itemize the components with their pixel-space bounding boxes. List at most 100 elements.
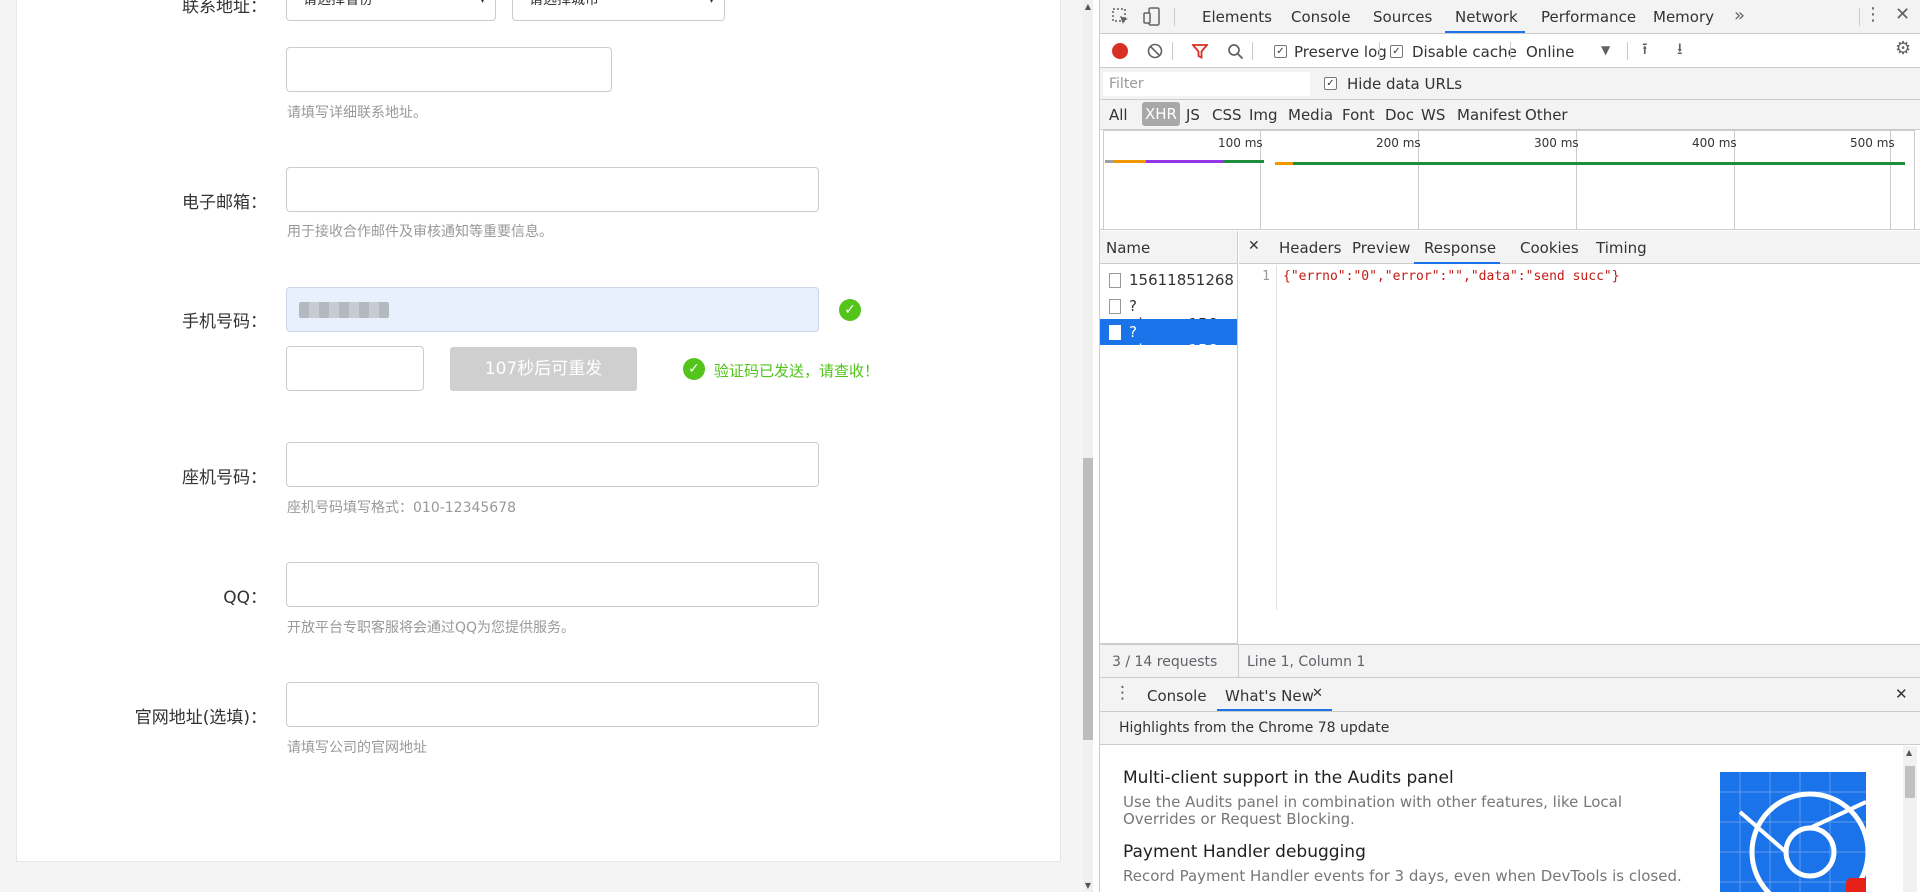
request-row[interactable]: ?phone=156...	[1100, 293, 1237, 333]
toolbar-separator	[1238, 645, 1239, 679]
hide-data-urls-label: Hide data URLs	[1347, 75, 1463, 93]
drawer-scrollbar-thumb[interactable]	[1905, 766, 1915, 798]
record-icon[interactable]	[1112, 43, 1128, 59]
timeline-tick: 300 ms	[1534, 136, 1579, 150]
drawer-menu-icon[interactable]: ⋮	[1114, 685, 1131, 702]
province-select[interactable]: 请选择省份 ▾	[286, 0, 496, 21]
toolbar-separator	[1859, 8, 1860, 26]
disable-cache-checkbox[interactable]: ✓	[1390, 45, 1403, 58]
chevron-down-icon: ▾	[479, 0, 485, 6]
whats-new-video-thumbnail[interactable]	[1720, 772, 1866, 892]
import-har-icon[interactable]: ⭱	[1642, 41, 1648, 57]
tab-cookies[interactable]: Cookies	[1520, 239, 1579, 257]
name-column-header[interactable]: Name	[1100, 231, 1237, 264]
tab-timing[interactable]: Timing	[1596, 239, 1647, 257]
tab-sources[interactable]: Sources	[1373, 8, 1432, 26]
address-label: 联系地址：	[182, 0, 267, 17]
close-detail-icon[interactable]: ✕	[1248, 239, 1260, 253]
filter-input[interactable]: Filter	[1103, 72, 1310, 96]
page-scrollbar[interactable]: ▲ ▼	[1083, 0, 1093, 892]
hide-data-urls-checkbox[interactable]: ✓	[1324, 77, 1337, 90]
kebab-menu-icon[interactable]: ⋮	[1864, 6, 1882, 24]
more-tabs-chevron-icon[interactable]: »	[1734, 7, 1745, 25]
phone-input[interactable]	[286, 287, 819, 332]
network-overview-timeline[interactable]: 100 ms 200 ms 300 ms 400 ms 500 ms	[1100, 130, 1920, 230]
landline-hint: 座机号码填写格式：010-12345678	[287, 500, 517, 516]
address-detail-hint: 请填写详细联系地址。	[287, 105, 427, 121]
name-column-label: Name	[1106, 239, 1151, 257]
request-bar-segment	[1275, 162, 1293, 165]
news-body: Record Payment Handler events for 3 days…	[1123, 867, 1682, 885]
scroll-down-arrow-icon[interactable]: ▼	[1083, 881, 1093, 890]
youtube-play-icon[interactable]	[1846, 878, 1866, 892]
devtools-main-toolbar: Elements Console Sources Network Perform…	[1100, 0, 1920, 34]
device-toolbar-icon[interactable]	[1143, 7, 1161, 27]
verification-code-input[interactable]	[286, 346, 424, 391]
request-row[interactable]: 15611851268	[1100, 267, 1237, 293]
request-count: 3 / 14 requests	[1112, 654, 1218, 670]
tab-response[interactable]: Response	[1424, 239, 1496, 257]
drawer-tab-whats-new[interactable]: What's New	[1225, 687, 1314, 705]
network-status-bar: 3 / 14 requests Line 1, Column 1	[1100, 644, 1920, 679]
file-icon	[1109, 273, 1121, 288]
scroll-up-arrow-icon[interactable]: ▲	[1906, 748, 1912, 757]
export-har-icon[interactable]: ⭳	[1677, 41, 1683, 57]
type-filter-other[interactable]: Other	[1525, 106, 1568, 124]
line-number-gutter: 1	[1239, 265, 1277, 610]
preserve-log-checkbox[interactable]: ✓	[1274, 45, 1287, 58]
tab-headers[interactable]: Headers	[1279, 239, 1341, 257]
type-filter-img[interactable]: Img	[1249, 106, 1278, 124]
scroll-up-arrow-icon[interactable]: ▲	[1083, 2, 1093, 11]
filter-icon[interactable]	[1192, 44, 1208, 59]
request-row-selected[interactable]: ?phone=156...	[1100, 319, 1237, 359]
chevron-down-icon[interactable]: ▼	[1601, 44, 1610, 56]
email-input[interactable]	[286, 167, 819, 212]
active-tab-indicator	[1445, 31, 1525, 33]
toolbar-separator	[1252, 42, 1253, 60]
preserve-log-label: Preserve log	[1294, 43, 1387, 61]
drawer-scrollbar[interactable]: ▲	[1903, 746, 1917, 892]
address-detail-input[interactable]	[286, 47, 612, 92]
website-label: 官网地址(选填)：	[134, 708, 267, 728]
close-devtools-icon[interactable]: ✕	[1895, 6, 1910, 24]
tab-console[interactable]: Console	[1291, 8, 1351, 26]
page-scrollbar-thumb[interactable]	[1083, 458, 1093, 740]
news-title[interactable]: Multi-client support in the Audits panel	[1123, 768, 1454, 788]
qq-input[interactable]	[286, 562, 819, 607]
type-filter-css[interactable]: CSS	[1212, 106, 1242, 124]
tab-memory[interactable]: Memory	[1653, 8, 1714, 26]
type-filter-js[interactable]: JS	[1186, 106, 1200, 124]
tab-performance[interactable]: Performance	[1541, 8, 1636, 26]
clear-icon[interactable]	[1147, 43, 1163, 59]
tab-network[interactable]: Network	[1455, 8, 1518, 26]
resend-code-button[interactable]: 107秒后可重发	[450, 347, 637, 391]
search-icon[interactable]	[1227, 43, 1244, 60]
type-filter-media[interactable]: Media	[1288, 106, 1333, 124]
registration-form-area: 联系地址： 请选择省份 ▾ 请选择城市 ▾ 请填写详细联系地址。 电子邮箱： 用…	[0, 0, 1083, 892]
toolbar-separator	[1627, 42, 1628, 60]
email-hint: 用于接收合作邮件及审核通知等重要信息。	[287, 224, 553, 240]
type-filter-font[interactable]: Font	[1342, 106, 1375, 124]
type-filter-manifest[interactable]: Manifest	[1457, 106, 1521, 124]
tab-preview[interactable]: Preview	[1352, 239, 1410, 257]
website-input[interactable]	[286, 682, 819, 727]
news-title[interactable]: Payment Handler debugging	[1123, 842, 1366, 862]
close-tab-icon[interactable]: ✕	[1312, 687, 1323, 700]
network-toolbar: ✓ Preserve log ✓ Disable cache Online ▼ …	[1100, 34, 1920, 68]
request-bar-segment	[1113, 160, 1146, 163]
throttling-select[interactable]: Online	[1526, 43, 1574, 61]
type-filter-ws[interactable]: WS	[1421, 106, 1445, 124]
tab-elements[interactable]: Elements	[1202, 8, 1272, 26]
whats-new-title: Highlights from the Chrome 78 update	[1119, 720, 1390, 736]
type-filter-xhr[interactable]: XHR	[1142, 102, 1180, 126]
city-select[interactable]: 请选择城市 ▾	[512, 0, 725, 21]
response-body[interactable]: {"errno":"0","error":"","data":"send suc…	[1283, 269, 1620, 284]
drawer-tab-console[interactable]: Console	[1147, 687, 1207, 705]
type-filter-all[interactable]: All	[1109, 106, 1128, 124]
type-filter-doc[interactable]: Doc	[1385, 106, 1414, 124]
toolbar-separator	[1379, 42, 1380, 60]
inspect-element-icon[interactable]	[1112, 8, 1130, 26]
close-drawer-icon[interactable]: ✕	[1895, 687, 1908, 702]
landline-input[interactable]	[286, 442, 819, 487]
network-settings-gear-icon[interactable]: ⚙	[1895, 40, 1911, 58]
